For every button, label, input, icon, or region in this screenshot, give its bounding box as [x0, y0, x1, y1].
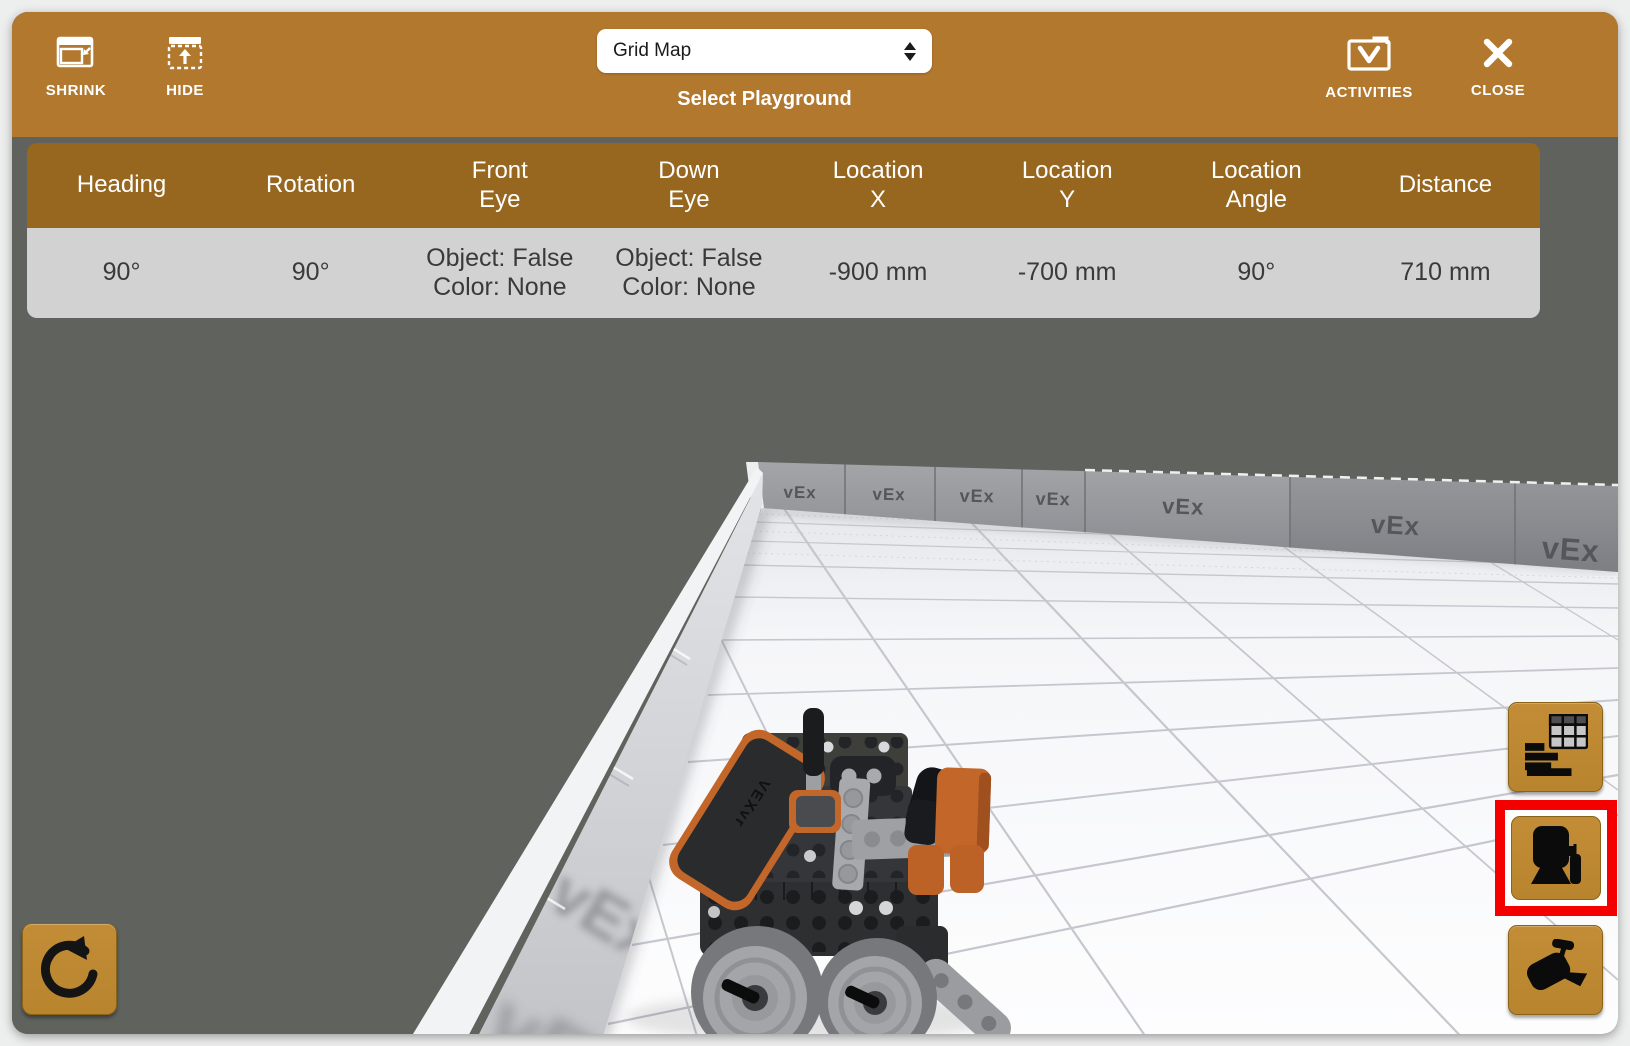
value-rotation: 90° — [216, 228, 405, 318]
shrink-label: SHRINK — [46, 82, 107, 99]
column-location-y: LocationY — [973, 143, 1162, 228]
vex-wall-logo: vEx — [959, 486, 994, 507]
column-distance: Distance — [1351, 143, 1540, 228]
activities-button[interactable]: ACTIVITIES — [1308, 36, 1430, 101]
vex-wall-logo: vEx — [783, 483, 817, 503]
close-button[interactable]: CLOSE — [1457, 36, 1539, 99]
value-location-y: -700 mm — [973, 228, 1162, 318]
column-down-eye: DownEye — [594, 143, 783, 228]
vex-wall-logo: vEx — [1162, 493, 1205, 519]
camera-view-button[interactable] — [1508, 925, 1603, 1015]
playground-select-value: Grid Map — [613, 40, 691, 62]
dashboard-table-icon — [1524, 714, 1588, 781]
value-front-eye: Object: FalseColor: None — [405, 228, 594, 318]
hide-icon — [167, 36, 203, 75]
value-location-angle: 90° — [1162, 228, 1351, 318]
reset-playground-button[interactable] — [22, 923, 117, 1015]
sensor-dashboard-table: Heading Rotation FrontEye DownEye Locati… — [27, 143, 1540, 318]
value-heading: 90° — [27, 228, 216, 318]
activities-icon — [1347, 36, 1391, 77]
close-label: CLOSE — [1471, 82, 1525, 99]
column-location-angle: LocationAngle — [1162, 143, 1351, 228]
robot-config-icon — [1527, 826, 1585, 891]
value-down-eye: Object: FalseColor: None — [594, 228, 783, 318]
shrink-button[interactable]: SHRINK — [35, 36, 117, 99]
column-front-eye: FrontEye — [405, 143, 594, 228]
robot-config-highlight-frame — [1495, 800, 1617, 916]
value-distance: 710 mm — [1351, 228, 1540, 318]
reset-icon — [37, 934, 103, 1005]
select-playground-caption: Select Playground — [597, 88, 932, 111]
hide-label: HIDE — [166, 82, 204, 99]
column-rotation: Rotation — [216, 143, 405, 228]
robot-config-button[interactable] — [1511, 816, 1601, 900]
column-heading: Heading — [27, 143, 216, 228]
camera-icon — [1525, 939, 1587, 1002]
hide-button[interactable]: HIDE — [144, 36, 226, 99]
select-arrows-icon — [904, 42, 916, 61]
vex-wall-logo: vEx — [1370, 509, 1421, 542]
shrink-icon — [56, 36, 96, 75]
vex-wall-logo: vEx — [1035, 489, 1070, 510]
vexcode-vr-playground: SHRINK HIDE Grid Map Select Playground — [0, 0, 1630, 1046]
sensor-dashboard-toggle-button[interactable] — [1508, 702, 1603, 792]
column-location-x: LocationX — [784, 143, 973, 228]
vex-wall-logo: vEx — [1540, 530, 1600, 569]
sensor-table-row: 90° 90° Object: FalseColor: None Object:… — [27, 228, 1540, 318]
playground-titlebar: SHRINK HIDE Grid Map Select Playground — [12, 12, 1618, 137]
playground-select[interactable]: Grid Map — [597, 29, 932, 73]
activities-label: ACTIVITIES — [1325, 84, 1413, 101]
vex-wall-logo: vEx — [872, 485, 906, 505]
value-location-x: -900 mm — [784, 228, 973, 318]
playground-window: SHRINK HIDE Grid Map Select Playground — [12, 12, 1618, 1034]
sensor-table-header: Heading Rotation FrontEye DownEye Locati… — [27, 143, 1540, 228]
close-icon — [1481, 36, 1515, 75]
